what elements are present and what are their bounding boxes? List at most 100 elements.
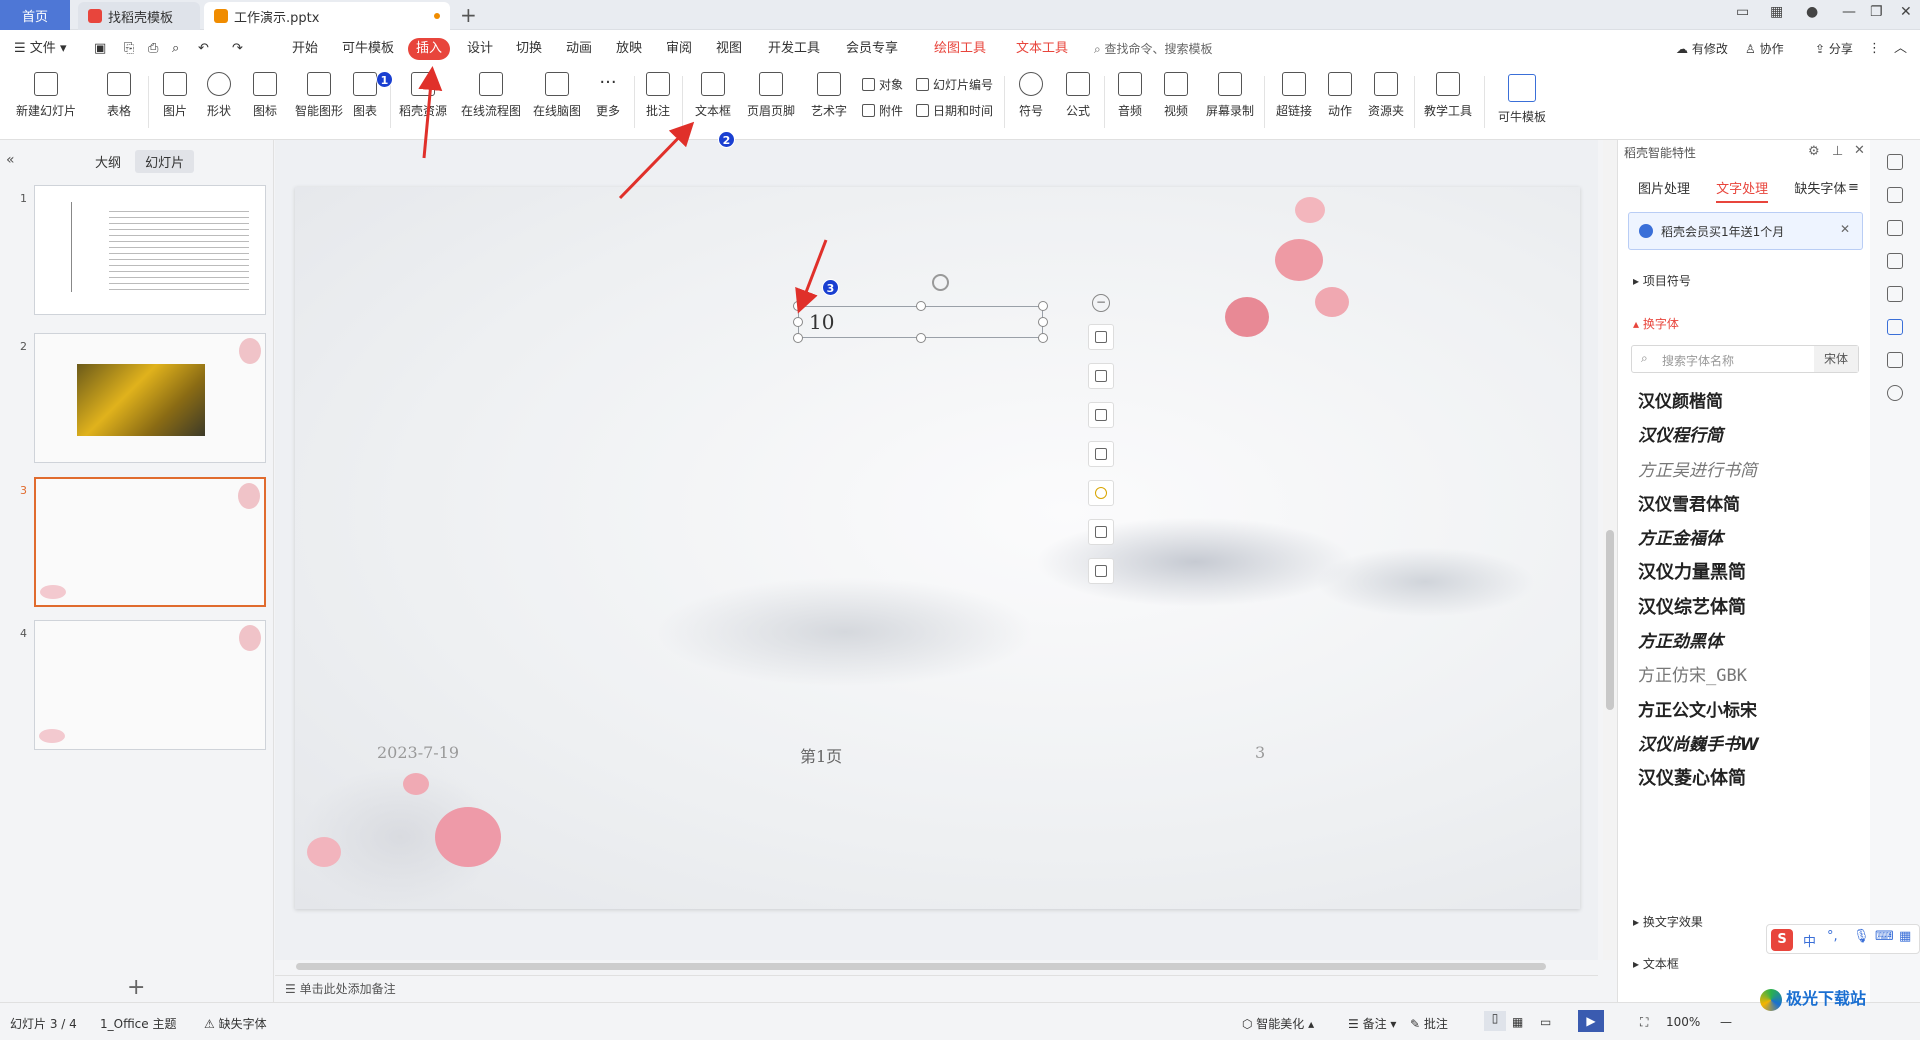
resize-handle[interactable] [793,333,803,343]
smart-beautify-button[interactable]: ⬡ 智能美化 ▴ [1242,1015,1314,1032]
help-icon[interactable] [1887,385,1903,401]
notes-bar[interactable]: ☰ 单击此处添加备注 [275,975,1598,1002]
share-button[interactable]: ⇪ 分享 [1815,38,1853,60]
preview-icon[interactable]: ⌕ [172,38,179,60]
avatar[interactable]: ● [1806,4,1818,20]
collapse-ribbon-icon[interactable]: ︿ [1894,38,1907,60]
slide-thumbnail-4[interactable] [34,620,266,750]
attachment-button[interactable]: 附件 [862,102,903,119]
tab-slides[interactable]: 幻灯片 [135,150,195,173]
font-item[interactable]: 方正劲黑体 [1638,625,1858,659]
menu-keniu[interactable]: 可牛模板 [342,38,394,60]
font-item[interactable]: 方正公文小标宋 [1638,694,1858,728]
print-icon[interactable]: ⎙ [148,38,158,60]
mindmap-button[interactable]: 在线脑图 [526,72,588,119]
keniu-template-button[interactable]: 可牛模板 [1490,74,1554,125]
grid-icon[interactable]: ▦ [1899,929,1911,944]
tab-text-processing[interactable]: 文字处理 [1716,178,1769,203]
book-icon[interactable] [1887,352,1903,368]
font-item[interactable]: 汉仪雪君体简 [1638,488,1858,522]
zoom-level[interactable]: 100% [1666,1015,1700,1029]
close-banner-icon[interactable]: ✕ [1840,222,1850,236]
rocket-icon[interactable] [1887,154,1903,170]
section-change-font[interactable]: ▴ 换字体 [1633,315,1679,332]
slide-thumbnail-2[interactable] [34,333,266,463]
sorter-view-icon[interactable]: ▦ [1512,1015,1523,1029]
collaborate-button[interactable]: ♙ 协作 [1745,38,1784,60]
menu-transition[interactable]: 切换 [516,38,542,60]
resize-handle[interactable] [916,301,926,311]
menu-view[interactable]: 视图 [716,38,742,60]
member-banner[interactable]: 稻壳会员买1年送1个月 ✕ [1628,212,1863,250]
command-search[interactable]: ⌕ 查找命令、搜索模板 [1094,38,1213,60]
fill-tool[interactable] [1088,402,1114,428]
notes-toggle[interactable]: ☰ 备注 ▾ [1348,1015,1396,1032]
new-slide-button[interactable]: 新建幻灯片 [10,72,82,119]
docer-resource-button[interactable]: 稻壳资源 [390,72,456,119]
undo-icon[interactable]: ↶ [198,38,209,60]
redo-icon[interactable]: ↷ [232,38,243,60]
flowchart-button[interactable]: 在线流程图 [456,72,526,119]
menu-animation[interactable]: 动画 [566,38,592,60]
menu-slideshow[interactable]: 放映 [616,38,642,60]
play-slideshow-button[interactable]: ▶ [1578,1010,1604,1032]
menu-developer[interactable]: 开发工具 [768,38,820,60]
section-textbox[interactable]: ▸ 文本框 [1633,955,1679,972]
comment-toggle[interactable]: ✎ 批注 [1410,1015,1448,1032]
file-menu[interactable]: ☰ 文件 ▾ [14,38,66,60]
menu-insert[interactable]: 插入 [408,38,451,60]
font-item[interactable]: 方正仿宋_GBK [1638,659,1858,693]
copy-icon[interactable] [1887,253,1903,269]
text-fit-tool[interactable] [1088,519,1114,545]
pin-icon[interactable]: ⊥ [1832,144,1843,159]
menu-member[interactable]: 会员专享 [846,38,898,60]
textbox-text[interactable]: 10 [809,310,834,334]
action-button[interactable]: 动作 [1316,72,1364,119]
menu-start[interactable]: 开始 [292,38,318,60]
section-text-effect[interactable]: ▸ 换文字效果 [1633,913,1703,930]
scroll-thumb[interactable] [296,963,1546,970]
vertical-scrollbar[interactable] [1603,140,1617,960]
teaching-tools-button[interactable]: 教学工具 [1416,72,1480,119]
outline-tool[interactable] [1088,441,1114,467]
gear-icon[interactable]: ⚙ [1808,144,1820,159]
object-button[interactable]: 对象 [862,76,903,93]
tab-template[interactable]: 找稻壳模板 [78,2,200,30]
pin-icon[interactable] [1887,220,1903,236]
modified-button[interactable]: ☁ 有修改 [1676,38,1728,60]
menu-design[interactable]: 设计 [467,38,493,60]
keyboard-icon[interactable]: ⌨ [1875,929,1894,944]
text-format-tool[interactable] [1088,558,1114,584]
fit-window-icon[interactable]: ⛶ [1640,1015,1648,1030]
save-icon[interactable]: ▣ [94,38,106,60]
resize-handle[interactable] [1038,301,1048,311]
font-item[interactable]: 方正吴进行书简 [1638,454,1858,488]
smart-feature-icon[interactable] [1887,319,1903,335]
screen-record-button[interactable]: 屏幕录制 [1198,72,1262,119]
font-item[interactable]: 汉仪菱心体简 [1638,762,1858,796]
font-item[interactable]: 方正金福体 [1638,522,1858,556]
slide-canvas[interactable]: 10 − 2023-7-19 第1页 3 [295,187,1580,909]
tab-outline[interactable]: 大纲 [85,150,131,173]
image-tool-icon[interactable] [1887,286,1903,302]
resize-handle[interactable] [1038,333,1048,343]
comment-button[interactable]: 批注 [636,72,680,119]
add-slide-button[interactable]: + [127,975,145,1000]
tab-home[interactable]: 首页 [0,0,70,30]
layer-tool[interactable] [1088,324,1114,350]
idea-tool[interactable] [1088,480,1114,506]
close-button[interactable]: ✕ [1900,4,1912,20]
maximize-button[interactable]: ❐ [1870,4,1883,20]
table-button[interactable]: 表格 [88,72,150,119]
scroll-thumb[interactable] [1606,530,1614,710]
wordart-button[interactable]: 艺术字 [800,72,858,119]
resource-folder-button[interactable]: 资源夹 [1358,72,1414,119]
menu-text-tools[interactable]: 文本工具 [1016,38,1068,60]
tab-document[interactable]: 工作演示.pptx [204,2,450,30]
collapse-toolbar-icon[interactable]: − [1092,294,1110,312]
font-item[interactable]: 汉仪程行简 [1638,419,1858,453]
sliders-icon[interactable] [1887,187,1903,203]
datetime-button[interactable]: 日期和时间 [916,102,993,119]
missing-font-status[interactable]: ⚠ 缺失字体 [204,1015,267,1032]
textbox-button[interactable]: 文本框 [684,72,742,119]
